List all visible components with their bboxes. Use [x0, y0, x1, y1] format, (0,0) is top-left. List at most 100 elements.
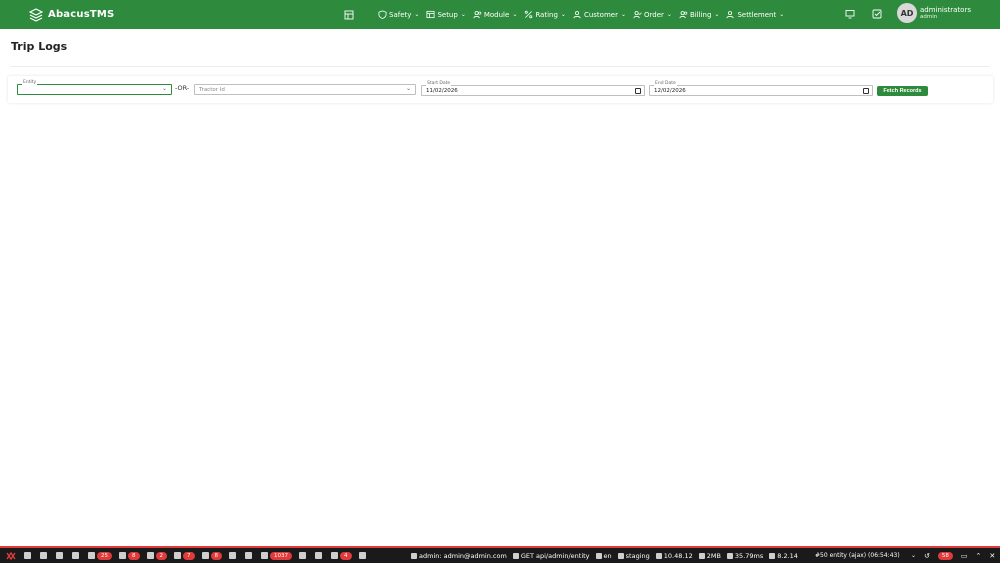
views-tab[interactable] — [72, 552, 81, 559]
shield-icon — [378, 10, 387, 19]
bug-icon — [56, 552, 63, 559]
users-icon — [473, 11, 482, 19]
locale-text: en — [603, 551, 612, 560]
config-tab[interactable] — [358, 552, 368, 559]
debugbar-logo-icon[interactable] — [6, 551, 16, 561]
user-role: admin — [920, 13, 938, 20]
php-version-info: 10.48.12 — [655, 551, 693, 560]
share-icon — [512, 552, 519, 559]
divider — [11, 66, 989, 67]
route-text: GET api/admin/entity — [520, 551, 590, 560]
views-count-tab[interactable]: 25 — [88, 551, 112, 560]
chevron-down-icon: ⌄ — [910, 552, 916, 559]
queries-tab[interactable]: 2 — [146, 551, 167, 560]
timeline-tab[interactable] — [40, 552, 49, 559]
fetch-records-button[interactable]: Fetch Records — [877, 86, 928, 96]
calendar-icon[interactable] — [635, 88, 641, 94]
models-badge: 7 — [183, 551, 195, 560]
entity-select[interactable]: Entity ⌄ — [17, 80, 172, 95]
nav-label: Safety — [389, 10, 412, 19]
avatar[interactable]: AD — [897, 3, 917, 23]
calendar-icon[interactable] — [863, 88, 869, 94]
checkbox-icon[interactable] — [872, 9, 882, 19]
nav-module[interactable]: Module ⌄ — [473, 10, 518, 19]
nav-settlement[interactable]: Settlement ⌄ — [726, 10, 784, 19]
monitor-icon[interactable] — [845, 9, 855, 19]
views-badge: 25 — [97, 551, 112, 560]
env-info: staging — [617, 551, 650, 560]
chevron-up-icon[interactable]: ⌃ — [976, 552, 982, 560]
request-select[interactable]: #50 entity (ajax) (06:54:43) ⌄ — [815, 550, 919, 561]
database-icon — [146, 552, 154, 559]
mail-tab[interactable] — [229, 552, 238, 559]
nav-rating[interactable]: Rating ⌄ — [524, 10, 566, 19]
nav-customer[interactable]: Customer ⌄ — [573, 10, 626, 19]
entity-label: Entity — [22, 80, 38, 85]
bolt-icon — [201, 552, 209, 559]
user-info: admin: admin@admin.com — [411, 552, 507, 560]
env-text: staging — [625, 551, 650, 560]
close-icon[interactable]: ✕ — [989, 552, 995, 560]
user-check-icon — [633, 11, 642, 19]
gate-tab[interactable]: 1037 — [261, 551, 292, 560]
user-icon — [726, 11, 735, 19]
main-nav: Safety ⌄ Setup ⌄ Module ⌄ Rating ⌄ Custo… — [344, 0, 791, 29]
request-select-value: #50 entity (ajax) (06:54:43) — [815, 552, 900, 559]
table-icon — [426, 10, 435, 19]
chevron-down-icon: ⌄ — [779, 11, 785, 18]
tractor-select[interactable]: Tractor Id ⌄ — [194, 84, 416, 95]
nav-safety[interactable]: Safety ⌄ — [378, 10, 419, 19]
caret-down-icon: ⌄ — [405, 85, 411, 92]
user-menu[interactable]: AD administrators admin — [897, 3, 971, 23]
desktop-icon — [617, 552, 624, 559]
folder-icon[interactable]: ▭ — [961, 552, 968, 560]
top-navbar: AbacusTMS Safety ⌄ Setup ⌄ Module ⌄ Rati… — [0, 0, 1000, 29]
exceptions-tab[interactable] — [56, 552, 65, 559]
end-date-value: 12/02/2026 — [654, 88, 686, 94]
start-date-input[interactable]: Start Date 11/02/2026 — [421, 81, 645, 96]
models-tab[interactable]: 7 — [174, 551, 195, 560]
nav-setup[interactable]: Setup ⌄ — [426, 10, 466, 19]
nav-label: Order — [644, 10, 664, 19]
clock-icon — [726, 552, 733, 559]
session-tab[interactable] — [299, 552, 308, 559]
chevron-down-icon: ⌄ — [620, 11, 626, 18]
clock-icon — [40, 552, 47, 559]
window-icon — [315, 552, 322, 559]
tractor-placeholder: Tractor Id — [199, 87, 225, 93]
request-count-badge: 58 — [937, 551, 953, 560]
route-tab[interactable]: 8 — [119, 551, 140, 560]
end-date-input[interactable]: End Date 12/02/2026 — [649, 81, 873, 96]
chevron-down-icon: ⌄ — [512, 11, 518, 18]
nav-order[interactable]: Order ⌄ — [633, 10, 672, 19]
start-date-label: Start Date — [426, 81, 452, 86]
chevron-down-icon: ⌄ — [666, 11, 672, 18]
users-icon — [679, 11, 688, 19]
share-icon — [119, 552, 126, 559]
caret-down-icon: ⌄ — [161, 85, 167, 92]
history-icon[interactable]: ↺ — [924, 552, 930, 560]
start-date-value: 11/02/2026 — [426, 88, 458, 94]
user-name: administrators — [920, 5, 971, 14]
request-tab[interactable] — [315, 552, 324, 559]
brand[interactable]: AbacusTMS — [29, 7, 114, 22]
queries-badge: 2 — [155, 551, 167, 560]
github-icon — [655, 552, 662, 559]
server-icon — [245, 552, 252, 559]
nav-label: Setup — [437, 10, 458, 19]
messages-tab[interactable] — [24, 552, 33, 559]
filter-card: Entity ⌄ -OR- Tractor Id ⌄ Start Date 11… — [8, 76, 993, 103]
list-icon — [24, 552, 31, 559]
chevron-down-icon: ⌄ — [414, 11, 420, 18]
locale-info: en — [595, 551, 612, 560]
events-tab[interactable]: 8 — [201, 551, 222, 560]
gate-badge: 1037 — [270, 551, 292, 560]
nav-label: Billing — [689, 10, 712, 19]
php-version-text: 10.48.12 — [663, 551, 693, 560]
cache-tab[interactable] — [245, 552, 254, 559]
dashboard-icon[interactable] — [344, 10, 354, 20]
files-tab[interactable]: 4 — [331, 551, 352, 560]
square-icon — [358, 552, 366, 559]
nav-billing[interactable]: Billing ⌄ — [679, 10, 719, 19]
debug-bar: 25 8 2 7 8 1037 4 admin: admin@admin.com… — [0, 546, 1000, 563]
